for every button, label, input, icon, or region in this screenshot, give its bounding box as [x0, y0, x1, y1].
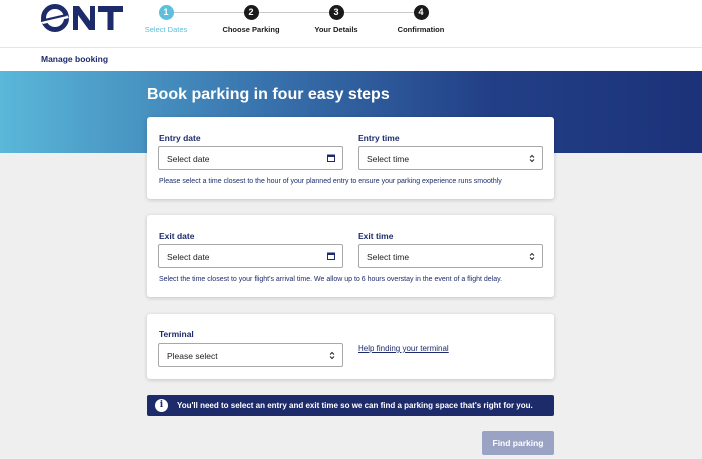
- info-icon: i: [155, 399, 168, 412]
- info-notice: i You'll need to select an entry and exi…: [147, 395, 554, 416]
- notice-text: You'll need to select an entry and exit …: [177, 401, 533, 410]
- entry-card: Entry date Select date Entry time Select…: [147, 117, 554, 199]
- entry-date-placeholder: Select date: [167, 154, 210, 164]
- entry-help-text: Please select a time closest to the hour…: [159, 178, 502, 185]
- entry-date-input[interactable]: Select date: [158, 146, 343, 170]
- terminal-placeholder: Please select: [167, 351, 218, 361]
- exit-help-text: Select the time closest to your flight's…: [159, 276, 503, 283]
- exit-date-label: Exit date: [159, 231, 195, 241]
- entry-time-select[interactable]: Select time: [358, 146, 543, 170]
- calendar-icon: [327, 154, 335, 164]
- step-number: 2: [243, 5, 259, 20]
- ont-logo[interactable]: [41, 4, 125, 34]
- step-confirmation: 4 Confirmation: [371, 5, 471, 34]
- step-number: 3: [328, 5, 344, 20]
- step-number: 4: [413, 5, 429, 20]
- exit-card: Exit date Select date Exit time Select t…: [147, 215, 554, 297]
- manage-booking-link[interactable]: Manage booking: [41, 54, 108, 64]
- sort-arrows-icon: [529, 252, 535, 263]
- find-parking-button[interactable]: Find parking: [482, 431, 554, 455]
- step-number: 1: [158, 5, 174, 20]
- entry-time-placeholder: Select time: [367, 154, 410, 164]
- terminal-label: Terminal: [159, 329, 194, 339]
- exit-date-placeholder: Select date: [167, 252, 210, 262]
- terminal-card: Terminal Please select Help finding your…: [147, 314, 554, 379]
- calendar-icon: [327, 252, 335, 262]
- page-title: Book parking in four easy steps: [147, 86, 390, 103]
- step-label: Confirmation: [397, 25, 445, 34]
- sort-arrows-icon: [329, 351, 335, 362]
- exit-time-placeholder: Select time: [367, 252, 410, 262]
- sort-arrows-icon: [529, 154, 535, 165]
- entry-date-label: Entry date: [159, 133, 201, 143]
- top-bar: 1 Select Dates 2 Choose Parking 3 Your D…: [0, 0, 702, 48]
- exit-date-input[interactable]: Select date: [158, 244, 343, 268]
- exit-time-label: Exit time: [358, 231, 394, 241]
- terminal-select[interactable]: Please select: [158, 343, 343, 367]
- terminal-help-link[interactable]: Help finding your terminal: [358, 344, 449, 353]
- entry-time-label: Entry time: [358, 133, 400, 143]
- exit-time-select[interactable]: Select time: [358, 244, 543, 268]
